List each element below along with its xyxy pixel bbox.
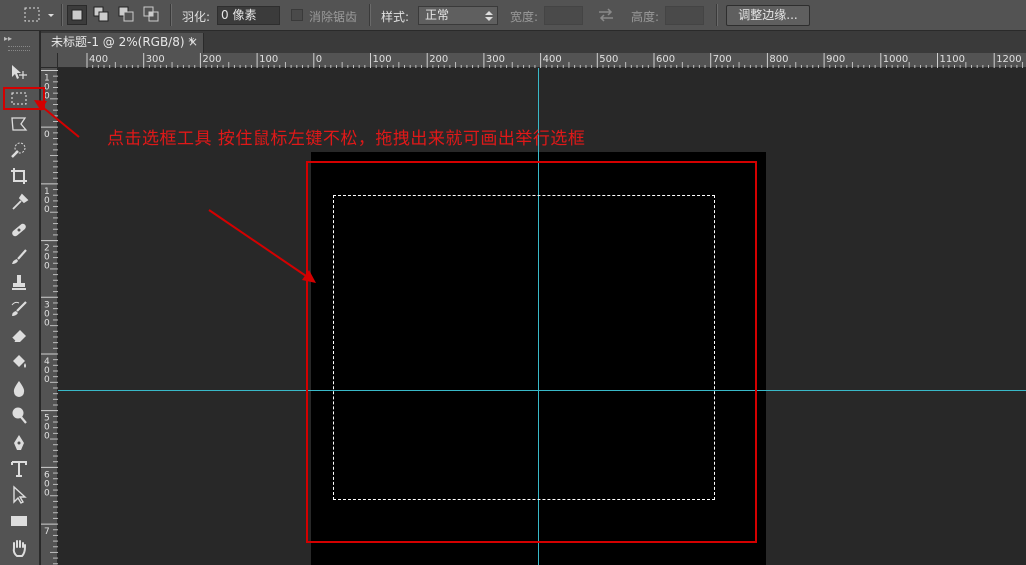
ruler-label: 0 [316,54,322,65]
marquee-preset-icon [24,7,54,22]
add-selection-icon [93,6,109,22]
intersect-selection-icon [143,6,159,22]
type-tool-icon[interactable] [6,457,32,481]
dodge-tool-icon[interactable] [6,403,32,427]
toolbox: ▸▸ [0,31,40,565]
ruler-label: 0 [44,205,50,215]
annotation-tool-highlight [3,87,45,110]
ruler-label: 1100 [940,54,965,65]
horizontal-ruler[interactable]: 400 300 200 100 0 100 200 300 400 500 600 700 800 900… [58,53,1026,68]
path-selection-tool-icon[interactable] [6,483,32,507]
swap-arrows-icon [599,8,613,22]
width-label: 宽度: [510,10,539,24]
style-select[interactable]: 正常 [418,6,498,25]
antialias-label: 消除锯齿 [309,10,358,24]
crop-tool-icon[interactable] [6,164,32,188]
rectangle-tool-icon[interactable] [6,509,32,533]
collapse-toolbox-icon[interactable]: ▸▸ [4,34,12,43]
ruler-label: 0 [44,318,50,328]
ruler-label: 200 [202,54,221,65]
vertical-ruler[interactable]: 10001002003004005006007 [41,68,58,565]
annotation-text: 点击选框工具 按住鼠标左键不松，拖拽出来就可画出举行选框 [107,129,586,149]
annotation-red-frame [306,161,757,543]
ruler-ticks: 10001002003004005006007 [41,69,58,565]
brush-tool-icon[interactable] [6,245,32,269]
history-brush-tool-icon[interactable] [6,297,32,321]
separator [170,4,172,26]
ruler-label: 600 [656,54,675,65]
new-selection-icon [71,9,83,21]
subtract-selection-icon [118,6,134,22]
document-tab-title: 未标题-1 @ 2%(RGB/8) * [51,35,195,49]
paint-bucket-tool-icon[interactable] [6,350,32,374]
blur-tool-icon[interactable] [6,377,32,401]
ruler-label: 7 [44,527,50,537]
ruler-label: 700 [713,54,732,65]
ruler-label: 800 [769,54,788,65]
new-selection-button[interactable] [67,5,87,25]
pen-tool-icon[interactable] [6,431,32,455]
ruler-label: 0 [44,130,50,140]
ruler-label: 400 [89,54,108,65]
ruler-label: 100 [373,54,392,65]
ruler-label: 0 [44,375,50,385]
width-input[interactable] [544,6,583,25]
eraser-tool-icon[interactable] [6,323,32,347]
hand-tool-icon[interactable] [6,536,32,560]
separator [61,4,63,26]
intersect-selection-button[interactable] [142,5,162,25]
separator [369,4,371,26]
quick-selection-tool-icon[interactable] [6,138,32,162]
style-label: 样式: [381,10,410,24]
feather-input[interactable]: 0 像素 [217,6,280,25]
ruler-ticks: 400 300 200 100 0 100 200 300 400 500 600 700 800 900… [86,53,1024,68]
healing-brush-tool-icon[interactable] [6,218,32,242]
options-bar: 羽化: 0 像素 消除锯齿 样式: 正常 宽度: 高度: 调整边缘... [0,0,1026,31]
ruler-label: 300 [486,54,505,65]
ruler-label: 1000 [883,54,908,65]
move-tool-icon[interactable] [6,60,32,84]
document-tab-bar: 未标题-1 @ 2%(RGB/8) * × [41,31,1026,53]
antialias-checkbox[interactable] [291,9,303,21]
updown-arrow-icon [485,11,493,21]
close-tab-icon[interactable]: × [188,33,198,52]
ruler-origin[interactable] [41,53,58,68]
ruler-label: 400 [543,54,562,65]
style-value: 正常 [425,8,450,22]
ruler-label: 200 [429,54,448,65]
toolbox-grip[interactable] [8,46,30,51]
ruler-label: 0 [44,432,50,442]
add-to-selection-button[interactable] [92,5,112,25]
ruler-label: 300 [146,54,165,65]
swap-dimensions-button[interactable] [597,7,615,26]
feather-label: 羽化: [182,10,211,24]
lasso-tool-icon[interactable] [6,112,32,136]
ruler-label: 0 [44,262,50,272]
document-tab[interactable]: 未标题-1 @ 2%(RGB/8) * × [41,33,204,53]
ruler-label: 0 [44,488,50,498]
height-input[interactable] [665,6,704,25]
clone-stamp-tool-icon[interactable] [6,271,32,295]
tool-preset-picker[interactable] [22,4,58,26]
subtract-from-selection-button[interactable] [117,5,137,25]
refine-edge-button[interactable]: 调整边缘... [726,5,810,26]
ruler-label: 900 [826,54,845,65]
separator [716,4,718,26]
eyedropper-tool-icon[interactable] [6,190,32,214]
height-label: 高度: [631,10,660,24]
ruler-label: 500 [599,54,618,65]
ruler-label: 100 [259,54,278,65]
ruler-label: 1200 [996,54,1021,65]
